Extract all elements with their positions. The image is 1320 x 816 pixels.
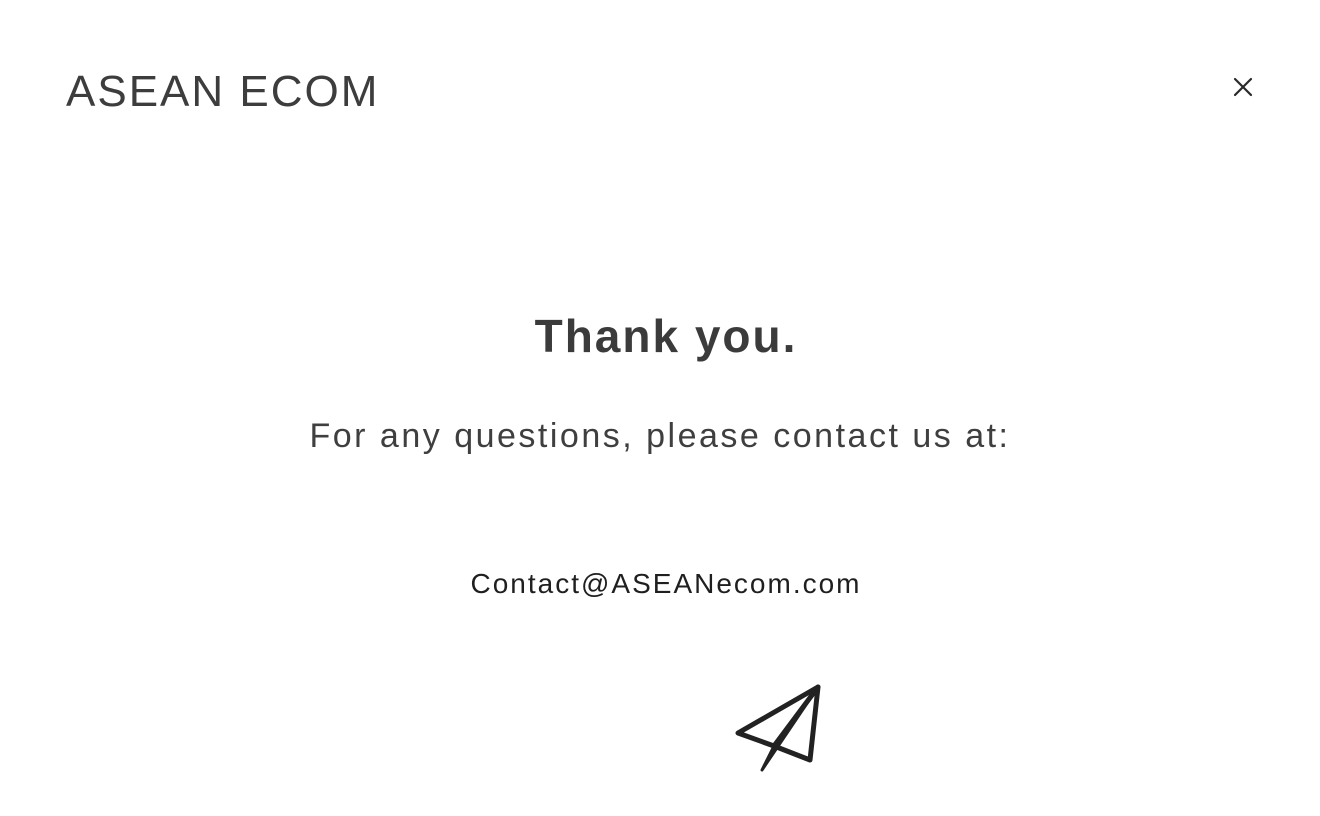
close-button[interactable] — [1228, 72, 1258, 102]
close-icon — [1233, 77, 1253, 97]
thank-you-heading: Thank you. — [534, 310, 798, 362]
thank-you-modal: ASEAN ECOM Thank you. For any questions,… — [0, 0, 1320, 816]
contact-email-link[interactable]: Contact@ASEANecom.com — [0, 566, 1320, 602]
paper-plane-icon — [735, 684, 821, 772]
contact-prompt: For any questions, please contact us at: — [309, 417, 1011, 455]
brand-logo-text: ASEAN ECOM — [66, 67, 380, 116]
